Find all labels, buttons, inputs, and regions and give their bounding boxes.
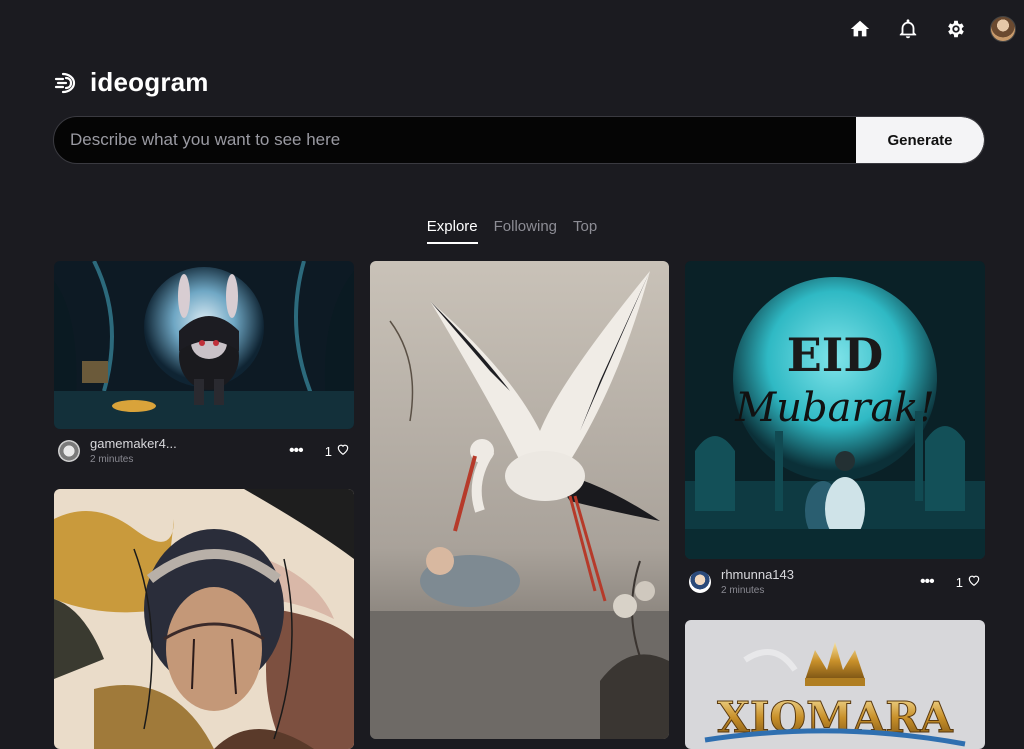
like-count: 1	[955, 574, 963, 590]
more-icon[interactable]: •••	[289, 442, 304, 460]
mubarak-text: Mubarak!	[734, 385, 934, 431]
bell-icon[interactable]	[894, 15, 922, 43]
like-count: 1	[324, 443, 332, 459]
image-card-eid[interactable]: EID Mubarak!	[685, 261, 985, 559]
avatar[interactable]	[689, 571, 711, 593]
card-meta-2: rhmunna143 2 minutes ••• 1	[685, 566, 985, 598]
tab-following[interactable]: Following	[494, 218, 557, 244]
prompt-bar: Generate	[53, 116, 985, 164]
timestamp: 2 minutes	[721, 584, 765, 596]
username[interactable]: gamemaker4...	[90, 437, 177, 452]
image-card-portrait[interactable]	[54, 489, 354, 749]
card-meta-text: gamemaker4... 2 minutes	[90, 437, 177, 465]
image-card-rabbit[interactable]	[54, 261, 354, 429]
tab-top[interactable]: Top	[573, 218, 597, 244]
timestamp: 2 minutes	[90, 453, 134, 465]
heart-icon	[967, 573, 981, 592]
image-card-xiomara[interactable]: XIOMARA	[685, 620, 985, 749]
card-meta-1: gamemaker4... 2 minutes ••• 1	[54, 435, 354, 467]
prompt-input[interactable]	[54, 117, 856, 163]
gear-icon[interactable]	[942, 15, 970, 43]
generate-button[interactable]: Generate	[856, 117, 984, 163]
card-actions: ••• 1	[920, 573, 981, 592]
username[interactable]: rhmunna143	[721, 568, 794, 583]
ideogram-logo-icon	[54, 72, 76, 93]
like-button[interactable]: 1	[956, 573, 981, 592]
home-icon[interactable]	[846, 15, 874, 43]
eid-text: EID	[787, 328, 883, 382]
more-icon[interactable]: •••	[920, 573, 935, 591]
logo-text: ideogram	[90, 67, 209, 97]
card-actions: ••• 1	[289, 442, 350, 461]
logo[interactable]: ideogram	[54, 67, 209, 98]
like-button[interactable]: 1	[325, 442, 350, 461]
feed-tabs: Explore Following Top	[0, 218, 1024, 244]
top-nav	[846, 15, 1016, 43]
heart-icon	[336, 442, 350, 461]
tab-explore[interactable]: Explore	[426, 218, 478, 244]
image-card-stork[interactable]	[370, 261, 669, 739]
card-meta-text: rhmunna143 2 minutes	[721, 568, 794, 596]
avatar[interactable]	[58, 440, 80, 462]
user-avatar[interactable]	[990, 16, 1016, 42]
